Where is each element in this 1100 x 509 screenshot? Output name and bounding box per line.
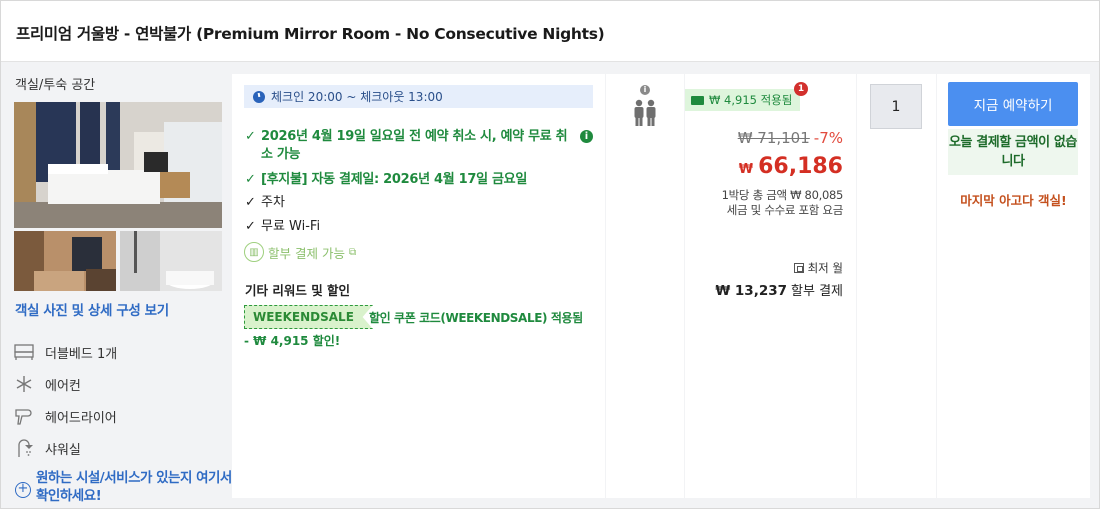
free-cancellation: ✓ 2026년 4월 19일 일요일 전 예약 취소 시, 예약 무료 취소 가… xyxy=(245,128,575,164)
check-icon: ✓ xyxy=(245,219,256,234)
last-room-notice: 마지막 아고다 객실! xyxy=(960,193,1067,208)
hairdryer-icon xyxy=(13,405,35,427)
check-icon: ✓ xyxy=(245,172,256,187)
room-photo-thumb-2[interactable] xyxy=(120,231,222,291)
facility-inquiry-text: 원하는 시설/서비스가 있는지 여기서 확인하세요! xyxy=(36,470,232,504)
coupon-applied-badge: ₩ 4,915 적용됨 xyxy=(685,89,801,111)
installment-available[interactable]: ▥ 할부 결제 가능 ⧉ xyxy=(244,242,356,262)
amenity-label: 에어컨 xyxy=(45,378,81,394)
amenity-item: 더블베드 1개 xyxy=(13,341,117,363)
parking-feature: ✓ 주차 xyxy=(245,194,285,212)
pay-today-note: 오늘 결제할 금액이 없습니다 xyxy=(948,129,1078,175)
room-conditions-panel: 체크인 20:00 ~ 체크아웃 13:00 ✓ 2026년 4월 19일 일요… xyxy=(232,74,605,498)
amenity-label: 더블베드 1개 xyxy=(45,346,118,362)
price-panel: ₩ 4,915 적용됨 1 ₩ 71,101 -7% ₩ 66,186 1박당 … xyxy=(685,74,856,498)
parking-text: 주차 xyxy=(261,195,285,210)
final-price: 66,186 xyxy=(758,154,843,179)
room-details-column: 객실/투숙 공간 객실 사진 및 상세 구성 보기 더블베드 1개 에어컨 헤어… xyxy=(1,63,232,509)
external-link-icon: ⧉ xyxy=(348,246,357,258)
check-icon: ✓ xyxy=(245,129,256,144)
booking-panel: 지금 예약하기 오늘 결제할 금액이 없습니다 마지막 아고다 객실! xyxy=(937,74,1090,498)
amenity-item: 헤어드라이어 xyxy=(13,405,117,427)
coupon-code-tag: WEEKENDSALE xyxy=(244,305,373,329)
wifi-text: 무료 Wi-Fi xyxy=(261,219,321,234)
bed-icon xyxy=(13,341,35,363)
installment-price-row: ₩ 13,237 할부 결제 xyxy=(715,280,843,299)
notification-badge: 1 xyxy=(794,82,808,96)
discount-percent: -7% xyxy=(813,129,843,147)
coupon-saving: - ₩ 4,915 할인! xyxy=(244,334,341,348)
amenity-item: 에어컨 xyxy=(13,373,81,395)
room-title: 프리미엄 거울방 - 연박불가 (Premium Mirror Room - N… xyxy=(16,25,605,43)
section-label: 객실/투숙 공간 xyxy=(15,78,96,93)
installment-suffix: 할부 결제 xyxy=(791,284,843,299)
coupon-description: 할인 쿠폰 코드(WEEKENDSALE) 적용됨 xyxy=(369,311,583,325)
room-photo-main[interactable] xyxy=(14,102,222,228)
checkin-text: 체크인 20:00 ~ 체크아웃 13:00 xyxy=(271,90,443,104)
facility-inquiry-link[interactable]: + 원하는 시설/서비스가 있는지 여기서 확인하세요! xyxy=(15,469,236,505)
original-price-row: ₩ 71,101 -7% xyxy=(738,129,843,147)
tax-included-note: 세금 및 수수료 포함 요금 xyxy=(726,203,844,217)
room-card: 프리미엄 거울방 - 연박불가 (Premium Mirror Room - N… xyxy=(0,0,1100,509)
installment-text: 할부 결제 가능 xyxy=(268,245,345,261)
info-icon[interactable]: i xyxy=(580,130,593,143)
currency-symbol: ₩ xyxy=(738,162,754,177)
clock-icon xyxy=(253,90,265,103)
postpay-text: [후지불] 자동 결제일: 2026년 4월 17일 금요일 xyxy=(261,172,527,187)
check-icon: ✓ xyxy=(245,195,256,210)
checkin-banner: 체크인 20:00 ~ 체크아웃 13:00 xyxy=(244,85,593,108)
amenity-item: 샤워실 xyxy=(13,437,81,459)
rewards-title: 기타 리워드 및 할인 xyxy=(245,283,351,298)
info-icon[interactable]: i xyxy=(640,85,650,95)
amenity-label: 헤어드라이어 xyxy=(45,410,117,426)
book-now-button[interactable]: 지금 예약하기 xyxy=(948,82,1078,126)
snowflake-icon xyxy=(13,373,35,395)
monthly-installment-label[interactable]: 최저 월 xyxy=(793,260,843,276)
cancel-policy-text: 2026년 4월 19일 일요일 전 예약 취소 시, 예약 무료 취소 가능 xyxy=(261,129,568,162)
ticket-icon xyxy=(691,95,704,105)
original-price: ₩ 71,101 xyxy=(737,129,810,147)
amenity-label: 샤워실 xyxy=(45,442,81,458)
calendar-icon xyxy=(793,263,804,273)
shower-icon xyxy=(13,437,35,459)
wifi-feature: ✓ 무료 Wi-Fi xyxy=(245,218,320,236)
monthly-label: 최저 월 xyxy=(807,261,843,275)
coupon-applied-text: ₩ 4,915 적용됨 xyxy=(709,93,793,107)
final-price-row: ₩ 66,186 xyxy=(739,154,843,179)
two-people-icon xyxy=(633,99,657,131)
quantity-panel: 1 xyxy=(857,74,936,498)
installment-amount: ₩ 13,237 xyxy=(715,283,788,299)
installment-icon: ▥ xyxy=(244,242,264,262)
total-per-night: 1박당 총 금액 ₩ 80,085 xyxy=(721,188,844,202)
room-photos-link[interactable]: 객실 사진 및 상세 구성 보기 xyxy=(15,299,169,319)
room-photo-thumb-1[interactable] xyxy=(14,231,116,291)
postpay-info: ✓ [후지불] 자동 결제일: 2026년 4월 17일 금요일 xyxy=(245,171,527,189)
occupancy-panel: i xyxy=(606,74,684,498)
room-quantity-select[interactable]: 1 xyxy=(870,84,922,129)
room-header: 프리미엄 거울방 - 연박불가 (Premium Mirror Room - N… xyxy=(1,1,1099,62)
plus-circle-icon: + xyxy=(15,482,31,498)
